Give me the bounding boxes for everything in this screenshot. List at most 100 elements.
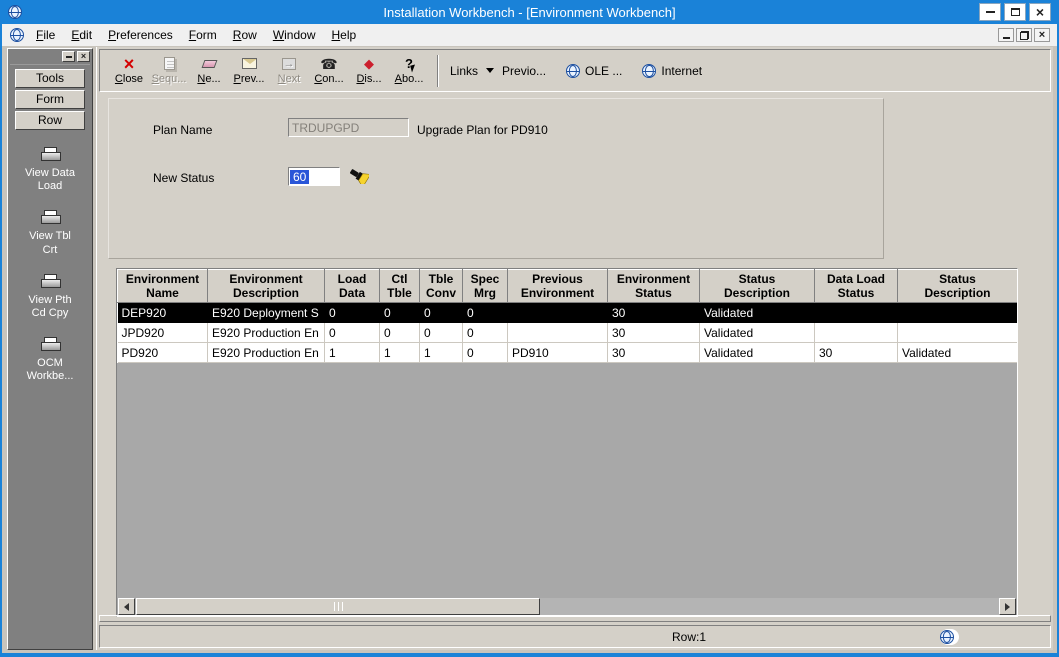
grid-cell[interactable]: 0 xyxy=(463,343,508,363)
maximize-button[interactable] xyxy=(1004,3,1026,21)
grid-cell[interactable]: 30 xyxy=(815,343,898,363)
grid-cell[interactable]: Validated xyxy=(700,323,815,343)
column-header[interactable]: Ctl Tble xyxy=(380,270,420,303)
grid-cell[interactable] xyxy=(508,303,608,323)
menu-help[interactable]: Help xyxy=(324,26,365,44)
grid-cell[interactable]: E920 Production En xyxy=(208,323,325,343)
menu-row[interactable]: Row xyxy=(225,26,265,44)
grid-cell[interactable] xyxy=(508,323,608,343)
grid-cell[interactable]: 30 xyxy=(608,303,700,323)
previous-dropdown[interactable]: Previo... xyxy=(502,64,546,78)
grid-cell[interactable]: 0 xyxy=(420,303,463,323)
next-icon xyxy=(282,58,296,70)
form-panel: Plan Name Upgrade Plan for PD910 New Sta… xyxy=(108,98,884,259)
sidebar-item-view-tbl-crt[interactable]: View Tbl Crt xyxy=(8,210,92,256)
grid-cell[interactable]: PD920 xyxy=(118,343,208,363)
minimize-button[interactable] xyxy=(979,3,1001,21)
column-header[interactable]: Environment Status xyxy=(608,270,700,303)
new-status-input[interactable]: 60 xyxy=(288,167,340,186)
plan-name-description: Upgrade Plan for PD910 xyxy=(417,123,548,137)
scroll-left-button[interactable] xyxy=(118,598,135,615)
grid-cell[interactable]: Validated xyxy=(700,303,815,323)
sidebar-item-view-pth-cd-cpy[interactable]: View Pth Cd Cpy xyxy=(8,274,92,320)
new-button[interactable]: Ne... xyxy=(190,52,228,89)
grid-cell[interactable]: 0 xyxy=(380,323,420,343)
column-header[interactable]: Previous Environment xyxy=(508,270,608,303)
report-icon xyxy=(41,147,59,161)
title-bar[interactable]: Installation Workbench - [Environment Wo… xyxy=(0,0,1059,24)
column-header[interactable]: Load Data xyxy=(325,270,380,303)
grid-cell[interactable]: 30 xyxy=(608,323,700,343)
grid-cell[interactable]: 0 xyxy=(463,303,508,323)
ole-label: OLE ... xyxy=(585,64,622,78)
table-row[interactable]: PD920E920 Production En1110PD91030Valida… xyxy=(118,343,1018,363)
menu-edit[interactable]: Edit xyxy=(63,26,100,44)
grid-cell[interactable] xyxy=(815,323,898,343)
close-button[interactable]: Close xyxy=(110,52,148,89)
visual-assist-button[interactable] xyxy=(347,165,371,187)
tab-form[interactable]: Form xyxy=(15,90,85,109)
menu-window[interactable]: Window xyxy=(265,26,324,44)
sidebar-item-view-data-load[interactable]: View Data Load xyxy=(8,147,92,193)
grid-cell[interactable]: 1 xyxy=(420,343,463,363)
sidebar-item-ocm-workbench[interactable]: OCM Workbe... xyxy=(8,337,92,383)
button-label: Ne... xyxy=(197,73,220,85)
mdi-minimize-button[interactable] xyxy=(998,28,1014,42)
grid-cell[interactable]: E920 Deployment S xyxy=(208,303,325,323)
display-button[interactable]: Dis... xyxy=(350,52,388,89)
connections-button[interactable]: Con... xyxy=(310,52,348,89)
mdi-close-button[interactable]: × xyxy=(1034,28,1050,42)
scroll-right-button[interactable] xyxy=(999,598,1016,615)
grid-cell[interactable]: E920 Production En xyxy=(208,343,325,363)
grid-cell[interactable]: DEP920 xyxy=(118,303,208,323)
table-row[interactable]: DEP920E920 Deployment S000030Validated xyxy=(118,303,1018,323)
grid-cell[interactable]: PD910 xyxy=(508,343,608,363)
plan-name-field xyxy=(288,118,409,137)
minimize-icon xyxy=(1003,37,1010,39)
column-header[interactable]: Spec Mrg xyxy=(463,270,508,303)
grid-cell[interactable]: Validated xyxy=(898,343,1018,363)
mdi-restore-button[interactable] xyxy=(1016,28,1032,42)
grid-cell[interactable]: JPD920 xyxy=(118,323,208,343)
tab-row[interactable]: Row xyxy=(15,111,85,130)
tab-tools[interactable]: Tools xyxy=(15,69,85,88)
menu-form[interactable]: Form xyxy=(181,26,225,44)
grid-cell[interactable]: 0 xyxy=(420,323,463,343)
panel-divider xyxy=(99,615,1051,622)
exit-bar-minimize-button[interactable] xyxy=(62,51,75,62)
internet-button[interactable]: Internet xyxy=(642,64,702,78)
links-dropdown[interactable]: Links xyxy=(450,64,478,78)
menu-preferences[interactable]: Preferences xyxy=(100,26,181,44)
grid-cell[interactable] xyxy=(815,303,898,323)
about-button[interactable]: Abo... xyxy=(390,52,428,89)
column-header[interactable]: Environment Name xyxy=(118,270,208,303)
main-area: × Tools Form Row View Data Load View Tbl… xyxy=(2,46,1057,653)
grid-cell[interactable] xyxy=(898,323,1018,343)
table-row[interactable]: JPD920E920 Production En000030Validated xyxy=(118,323,1018,343)
grid-cell[interactable]: Validated xyxy=(700,343,815,363)
close-window-button[interactable]: × xyxy=(1029,3,1051,21)
button-label: Con... xyxy=(314,73,343,85)
grid-cell[interactable]: 0 xyxy=(463,323,508,343)
previous-button[interactable]: Prev... xyxy=(230,52,268,89)
grid-cell[interactable]: 1 xyxy=(380,343,420,363)
menu-file[interactable]: File xyxy=(28,26,63,44)
grid-cell[interactable]: 0 xyxy=(325,303,380,323)
chevron-down-icon[interactable] xyxy=(486,68,494,73)
grid-cell[interactable]: 0 xyxy=(325,323,380,343)
grid-cell[interactable]: 30 xyxy=(608,343,700,363)
column-header[interactable]: Environment Description xyxy=(208,270,325,303)
column-header[interactable]: Status Description xyxy=(700,270,815,303)
column-header[interactable]: Data Load Status xyxy=(815,270,898,303)
exit-bar-close-button[interactable]: × xyxy=(77,51,90,62)
column-header[interactable]: Status Description xyxy=(898,270,1018,303)
exit-bar-header[interactable]: × xyxy=(10,51,90,65)
scrollbar-thumb[interactable] xyxy=(136,598,540,615)
grid-cell[interactable] xyxy=(898,303,1018,323)
column-header[interactable]: Tble Conv xyxy=(420,270,463,303)
grid-cell[interactable]: 1 xyxy=(325,343,380,363)
menu-app-icon[interactable] xyxy=(10,28,24,42)
horizontal-scrollbar[interactable] xyxy=(118,598,1016,615)
grid-cell[interactable]: 0 xyxy=(380,303,420,323)
ole-button[interactable]: OLE ... xyxy=(566,64,622,78)
